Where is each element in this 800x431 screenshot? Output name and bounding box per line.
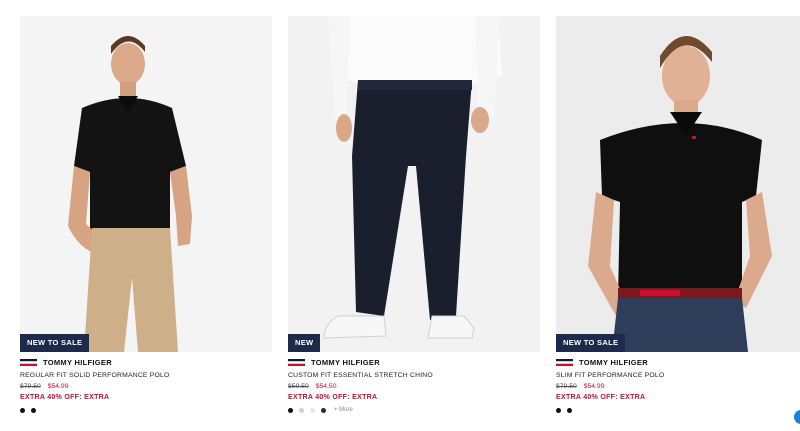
product-card[interactable]: NEW TO SALE TOMMY HILFIGER SLIM FIT PERF…: [556, 16, 800, 414]
color-swatches: [556, 406, 800, 414]
more-colors-link[interactable]: + More: [334, 407, 353, 413]
price-row: $79.50 $54.99: [20, 383, 272, 390]
product-name-link[interactable]: CUSTOM FIT ESSENTIAL STRETCH CHINO: [288, 372, 540, 379]
tommy-flag-icon: [556, 358, 573, 366]
brand-name: TOMMY HILFIGER: [579, 357, 648, 367]
product-image[interactable]: NEW: [288, 16, 540, 352]
sale-price: $54.99: [47, 383, 69, 390]
product-card[interactable]: NEW TOMMY HILFIGER CUSTOM FIT ESSENTIAL …: [288, 16, 540, 414]
promo-text: EXTRA 40% OFF: EXTRA: [556, 394, 646, 401]
color-swatches: + More: [288, 406, 540, 414]
original-price: $59.50: [288, 383, 309, 390]
chino-model-image: [288, 16, 540, 352]
product-card[interactable]: NEW TO SALE TOMMY HILFIGER REGULAR FIT S…: [20, 16, 272, 414]
slim-polo-model-image: [556, 16, 800, 352]
original-price: $79.50: [20, 383, 41, 390]
color-swatch[interactable]: [288, 407, 293, 413]
new-to-sale-badge: NEW TO SALE: [556, 334, 626, 352]
new-to-sale-badge: NEW TO SALE: [20, 334, 90, 352]
product-image[interactable]: NEW TO SALE: [20, 16, 272, 352]
color-swatch[interactable]: [567, 407, 572, 413]
brand-row: TOMMY HILFIGER: [20, 356, 272, 368]
brand-row: TOMMY HILFIGER: [288, 356, 540, 368]
brand-name: TOMMY HILFIGER: [43, 357, 112, 367]
product-name-link[interactable]: REGULAR FIT SOLID PERFORMANCE POLO: [20, 372, 272, 379]
product-image[interactable]: NEW TO SALE: [556, 16, 800, 352]
color-swatch[interactable]: [31, 407, 36, 413]
color-swatch[interactable]: [556, 407, 561, 413]
sale-price: $54.99: [583, 383, 605, 390]
polo-model-image: [20, 16, 272, 352]
promo-text: EXTRA 40% OFF: EXTRA: [20, 394, 110, 401]
original-price: $79.50: [556, 383, 577, 390]
color-swatch[interactable]: [20, 407, 25, 413]
tommy-flag-icon: [288, 358, 305, 366]
price-row: $79.50 $54.99: [556, 383, 800, 390]
product-name-link[interactable]: SLIM FIT PERFORMANCE POLO: [556, 372, 800, 379]
tommy-flag-icon: [20, 358, 37, 366]
color-swatch[interactable]: [299, 407, 304, 413]
chat-bubble-icon[interactable]: [794, 410, 800, 424]
new-badge: NEW: [288, 334, 321, 352]
brand-name: TOMMY HILFIGER: [311, 357, 380, 367]
color-swatch[interactable]: [310, 407, 315, 413]
color-swatch[interactable]: [321, 407, 326, 413]
sale-price: $54.50: [315, 383, 337, 390]
color-swatches: [20, 406, 272, 414]
brand-row: TOMMY HILFIGER: [556, 356, 800, 368]
promo-text: EXTRA 40% OFF: EXTRA: [288, 394, 378, 401]
price-row: $59.50 $54.50: [288, 383, 540, 390]
